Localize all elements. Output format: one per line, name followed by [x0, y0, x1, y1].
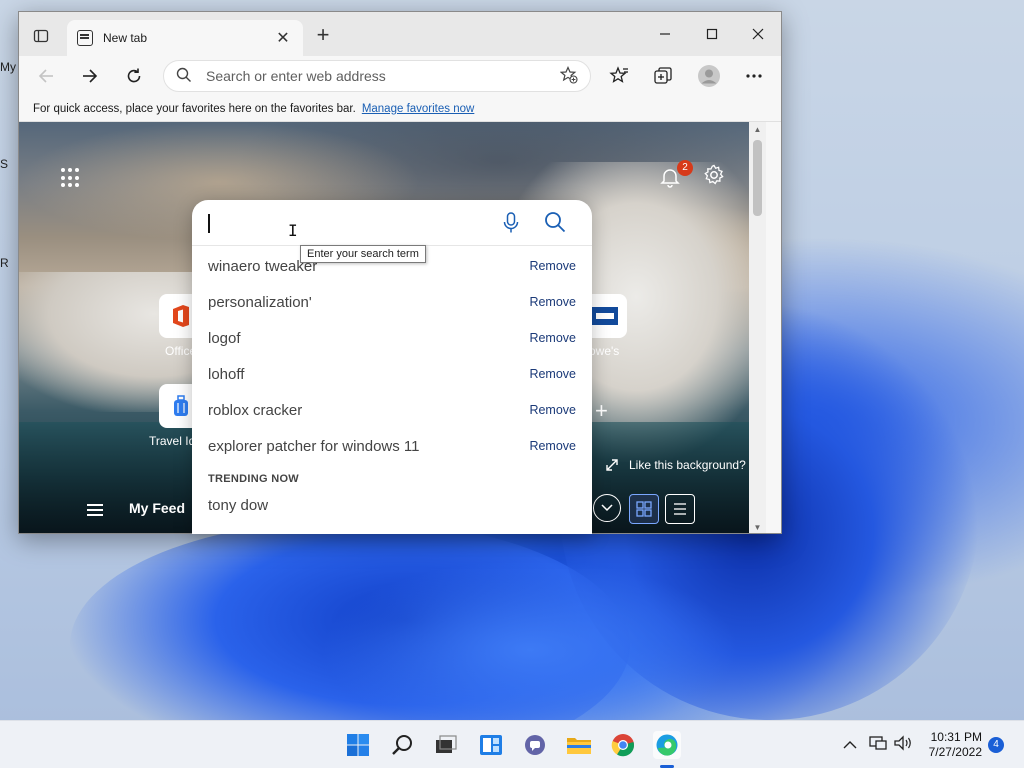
start-icon[interactable]: [344, 731, 372, 759]
apps-launcher-icon[interactable]: [61, 168, 81, 188]
list-view-icon: [674, 503, 686, 515]
luggage-icon: [174, 395, 188, 416]
add-favorite-icon[interactable]: [559, 65, 578, 87]
desktop-icon-label[interactable]: My: [0, 60, 16, 74]
clock-date: 7/27/2022: [928, 745, 982, 759]
like-background-label: Like this background?: [629, 458, 746, 472]
remove-suggestion-button[interactable]: Remove: [529, 259, 576, 273]
scroll-up-icon[interactable]: ▲: [749, 125, 766, 134]
expand-icon: [606, 459, 618, 471]
desktop-icon-label[interactable]: R: [0, 256, 9, 270]
toolbar: Search or enter web address: [19, 56, 781, 96]
remove-suggestion-button[interactable]: Remove: [529, 367, 576, 381]
grid-view-button[interactable]: [629, 494, 659, 524]
suggestion-query: roblox cracker: [208, 401, 303, 419]
more-menu-icon[interactable]: [739, 62, 769, 90]
lowes-icon: [592, 307, 618, 325]
suggestion-query: explorer patcher for windows 11: [208, 437, 420, 455]
remove-suggestion-button[interactable]: Remove: [529, 331, 576, 345]
close-window-button[interactable]: [735, 20, 781, 48]
suggestion-item[interactable]: personalization' Remove: [192, 284, 592, 320]
network-icon[interactable]: [869, 735, 887, 754]
search-icon[interactable]: [389, 731, 417, 759]
search-tooltip: Enter your search term: [300, 245, 426, 263]
suggestion-item[interactable]: explorer patcher for windows 11 Remove: [192, 428, 592, 464]
chrome-icon[interactable]: [609, 731, 637, 759]
new-tab-button[interactable]: +: [311, 24, 335, 46]
text-caret: [208, 214, 210, 233]
quick-link-label: Travel Id: [149, 434, 196, 448]
new-tab-favicon-icon: [77, 30, 93, 46]
teams-chat-icon[interactable]: [521, 731, 549, 759]
suggestion-item[interactable]: roblox cracker Remove: [192, 392, 592, 428]
page-settings-gear-icon[interactable]: [703, 164, 725, 192]
close-tab-icon[interactable]: ✕: [273, 28, 293, 48]
back-button[interactable]: [31, 62, 61, 90]
volume-icon[interactable]: [893, 735, 913, 754]
text-cursor-icon: I: [288, 221, 298, 240]
edge-icon[interactable]: [653, 731, 681, 759]
office-icon: [173, 305, 189, 327]
suggestion-query: logof: [208, 329, 241, 347]
file-explorer-icon[interactable]: [565, 731, 593, 759]
clock-time: 10:31 PM: [930, 730, 982, 744]
scrollbar-thumb[interactable]: [753, 140, 762, 216]
trending-heading: TRENDING NOW: [208, 473, 299, 485]
favorites-bar: For quick access, place your favorites h…: [19, 96, 781, 122]
suggestion-item[interactable]: lohoff Remove: [192, 356, 592, 392]
list-view-button[interactable]: [665, 494, 695, 524]
chevron-down-icon[interactable]: [593, 494, 621, 522]
trending-item[interactable]: tony dow: [208, 497, 268, 514]
notification-center-badge[interactable]: 4: [988, 737, 1004, 753]
suggestion-query: personalization': [208, 293, 312, 311]
search-input[interactable]: [192, 200, 592, 246]
chevron-up-icon[interactable]: [843, 737, 857, 753]
remove-suggestion-button[interactable]: Remove: [529, 403, 576, 417]
address-bar[interactable]: Search or enter web address: [163, 60, 591, 92]
task-view-icon[interactable]: [432, 731, 460, 759]
minimize-button[interactable]: [642, 20, 688, 48]
manage-favorites-link[interactable]: Manage favorites now: [362, 103, 475, 115]
refresh-button[interactable]: [119, 62, 149, 90]
hamburger-menu-icon[interactable]: [87, 504, 103, 516]
remove-suggestion-button[interactable]: Remove: [529, 295, 576, 309]
search-icon: [176, 67, 192, 86]
like-background-button[interactable]: Like this background?: [605, 458, 746, 472]
forward-button[interactable]: [75, 62, 105, 90]
taskbar: 10:31 PM 7/27/2022 4: [0, 720, 1024, 768]
profile-avatar[interactable]: [694, 62, 724, 90]
page-scrollbar[interactable]: ▲ ▼: [749, 122, 766, 533]
desktop-icon-label[interactable]: S: [0, 157, 8, 171]
microphone-icon[interactable]: [502, 212, 520, 237]
search-submit-icon[interactable]: [544, 211, 566, 236]
widgets-icon[interactable]: [477, 731, 505, 759]
remove-suggestion-button[interactable]: Remove: [529, 439, 576, 453]
notification-count-badge: 2: [677, 160, 693, 176]
tab-title: New tab: [103, 31, 148, 45]
tab-new-tab[interactable]: New tab ✕: [67, 20, 303, 56]
scroll-down-icon[interactable]: ▼: [749, 523, 766, 532]
system-clock[interactable]: 10:31 PM 7/27/2022: [914, 730, 982, 760]
collections-button[interactable]: [648, 62, 678, 90]
my-feed-tab[interactable]: My Feed: [129, 500, 185, 516]
wallpaper-swirl: [320, 560, 740, 740]
title-bar: New tab ✕ +: [19, 12, 781, 56]
maximize-button[interactable]: [689, 20, 735, 48]
favorites-button[interactable]: [604, 62, 634, 90]
grid-view-icon: [636, 501, 652, 517]
address-placeholder: Search or enter web address: [206, 68, 386, 84]
suggestion-item[interactable]: logof Remove: [192, 320, 592, 356]
favorites-bar-message: For quick access, place your favorites h…: [33, 102, 356, 115]
tab-actions-icon[interactable]: [29, 24, 53, 48]
quick-link-label: owe's: [589, 344, 620, 358]
suggestion-query: lohoff: [208, 365, 245, 383]
add-quick-link-button[interactable]: +: [595, 398, 608, 424]
